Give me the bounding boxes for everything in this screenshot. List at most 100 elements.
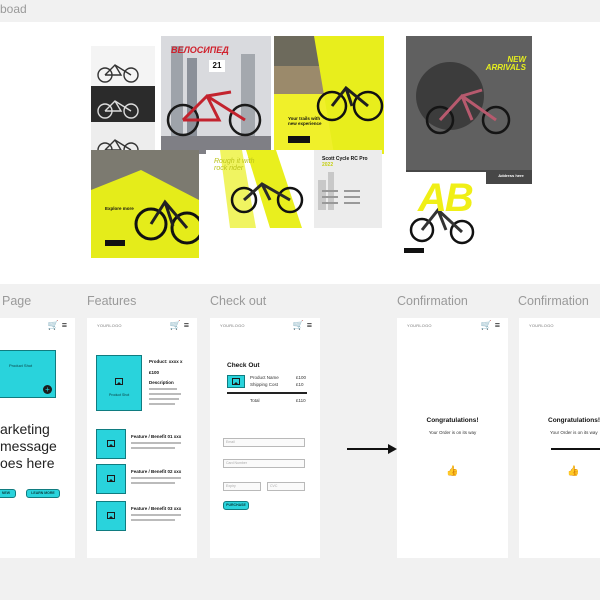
total-value: £110 (296, 398, 306, 403)
text-placeholder (131, 514, 181, 516)
order-row-label: Product Name (250, 375, 279, 380)
checkout-frame[interactable]: YOURLOGO 🛒 ≡ Check Out Product Name £100 … (210, 318, 320, 558)
poster-velosiped[interactable]: ВЕЛОСИПЕД 21 (161, 36, 271, 154)
logo: YOURLOGO (220, 323, 245, 328)
checkout-title: Check Out (227, 362, 260, 369)
image-icon (107, 512, 115, 519)
cart-item-image (227, 375, 245, 388)
menu-icon[interactable]: ≡ (184, 320, 189, 331)
frame-title-confirmation: Confirmation (397, 294, 468, 308)
text-placeholder (131, 482, 175, 484)
poster-headline: Rough it with rock rider (214, 158, 255, 172)
poster-bike-lineup[interactable] (91, 46, 155, 164)
image-icon (107, 440, 115, 447)
new-button[interactable]: NEW (0, 489, 16, 498)
image-icon (107, 475, 115, 482)
frame-title-checkout: Check out (210, 294, 267, 308)
poster-ab[interactable]: AB (404, 172, 486, 258)
poster-headline: AB (418, 176, 474, 220)
product-shot: Product Shot (96, 355, 142, 411)
product-shot-label: Product Shot (109, 393, 130, 397)
poster-headline-accent: 2022 (322, 162, 334, 168)
order-row-value: £100 (296, 375, 307, 380)
feature-title: Feature / Benefit 02 xxx (131, 469, 182, 474)
marketing-line: arketing (0, 421, 50, 437)
logo: YOURLOGO (97, 323, 122, 328)
poster-headline: Scott Cycle RC Pro 2022 (322, 156, 380, 168)
marketing-message: arketing message oes here (0, 421, 57, 472)
order-row-label: Shipping Cost (250, 382, 279, 387)
feature-title: Feature / Benefit 03 xxx (131, 506, 182, 511)
cart-icon[interactable]: 🛒 (170, 320, 181, 331)
poster-scott-cycle[interactable]: Scott Cycle RC Pro 2022 (314, 150, 382, 228)
feature-image (96, 501, 126, 531)
landing-frame[interactable]: 🛒 ≡ Product Shot + arketing message oes h… (0, 318, 75, 558)
feature-image (96, 429, 126, 459)
text-placeholder (149, 403, 175, 405)
board-label: boad (0, 2, 27, 16)
purchase-button[interactable]: PURCHASE (223, 501, 249, 510)
bike-lineup-image (91, 46, 155, 164)
product-name: Product: xxxx x (149, 359, 183, 364)
thumbs-up-icon: 👍 (446, 466, 459, 477)
divider (227, 392, 307, 394)
features-frame[interactable]: YOURLOGO 🛒 ≡ Product Shot Product: xxxx x… (87, 318, 197, 558)
frame-title-confirmation-2: Confirmation (518, 294, 589, 308)
flow-arrow-line-overlay (551, 448, 600, 450)
flow-arrow-line (347, 448, 389, 450)
confirmation-frame[interactable]: YOURLOGO 🛒 ≡ Congratulations! Your Order … (397, 318, 508, 558)
menu-icon[interactable]: ≡ (495, 320, 500, 331)
poster-footer-item: Address here (498, 173, 524, 178)
confirmation-subtext: Your Order is on its way (428, 430, 477, 435)
menu-icon[interactable]: ≡ (307, 320, 312, 331)
header-icons: 🛒 ≡ (481, 320, 500, 331)
marketing-line: oes here (0, 455, 55, 471)
expiry-field[interactable]: Expiry (223, 482, 261, 491)
text-placeholder (131, 519, 175, 521)
text-placeholder (149, 388, 177, 390)
image-icon (115, 378, 123, 385)
poster-explore[interactable]: Explore more (91, 150, 199, 258)
card-number-field[interactable]: Card Number (223, 459, 305, 468)
hero-product-shot: Product Shot + (0, 350, 56, 398)
poster-rock-rider[interactable]: Rough it with rock rider (206, 150, 314, 228)
total-label: Total (250, 398, 260, 403)
poster-headline: Your trails with new experience (288, 116, 322, 126)
header-icons: 🛒 ≡ (48, 320, 67, 331)
product-price: £100 (149, 370, 160, 375)
cart-icon[interactable]: 🛒 (48, 320, 59, 331)
poster-title: ВЕЛОСИПЕД (171, 45, 229, 55)
order-row-value: £10 (296, 382, 304, 387)
feature-title: Feature / Benefit 01 xxx (131, 434, 182, 439)
text-placeholder (149, 393, 181, 395)
poster-new-arrivals[interactable]: NEW ARRIVALS Address here Address here A… (406, 36, 532, 184)
text-placeholder (131, 447, 175, 449)
image-icon (232, 378, 240, 385)
logo: YOURLOGO (529, 323, 554, 328)
header-icons: 🛒 ≡ (170, 320, 189, 331)
poster-headline: NEW ARRIVALS (485, 55, 526, 72)
cart-icon[interactable]: 🛒 (481, 320, 492, 331)
confirmation-heading: Congratulations! (426, 417, 479, 424)
frame-title-features: Features (87, 294, 137, 308)
text-placeholder (149, 398, 179, 400)
confirmation-subtext: Your Order is on its way (550, 430, 598, 435)
confirmation-frame-2[interactable]: YOURLOGO Congratulations! Your Order is … (519, 318, 600, 558)
menu-icon[interactable]: ≡ (62, 320, 67, 331)
cvc-field[interactable]: CVC (267, 482, 305, 491)
frame-title-landing: Page (2, 294, 32, 308)
description-title: Description (149, 380, 174, 385)
thumbs-up-icon: 👍 (567, 466, 580, 477)
learn-more-button[interactable]: LEARN MORE (26, 489, 60, 498)
marketing-line: message (0, 438, 57, 454)
text-placeholder (131, 442, 181, 444)
cart-icon[interactable]: 🛒 (293, 320, 304, 331)
text-placeholder (131, 477, 181, 479)
poster-trails[interactable]: Your trails with new experience (274, 36, 384, 154)
add-icon[interactable]: + (43, 385, 52, 394)
poster-number: 21 (209, 60, 225, 72)
feature-image (96, 464, 126, 494)
confirmation-heading: Congratulations! (548, 417, 600, 424)
email-field[interactable]: Email (223, 438, 305, 447)
moodboard: ВЕЛОСИПЕД 21 Your trails with new experi… (0, 22, 600, 284)
